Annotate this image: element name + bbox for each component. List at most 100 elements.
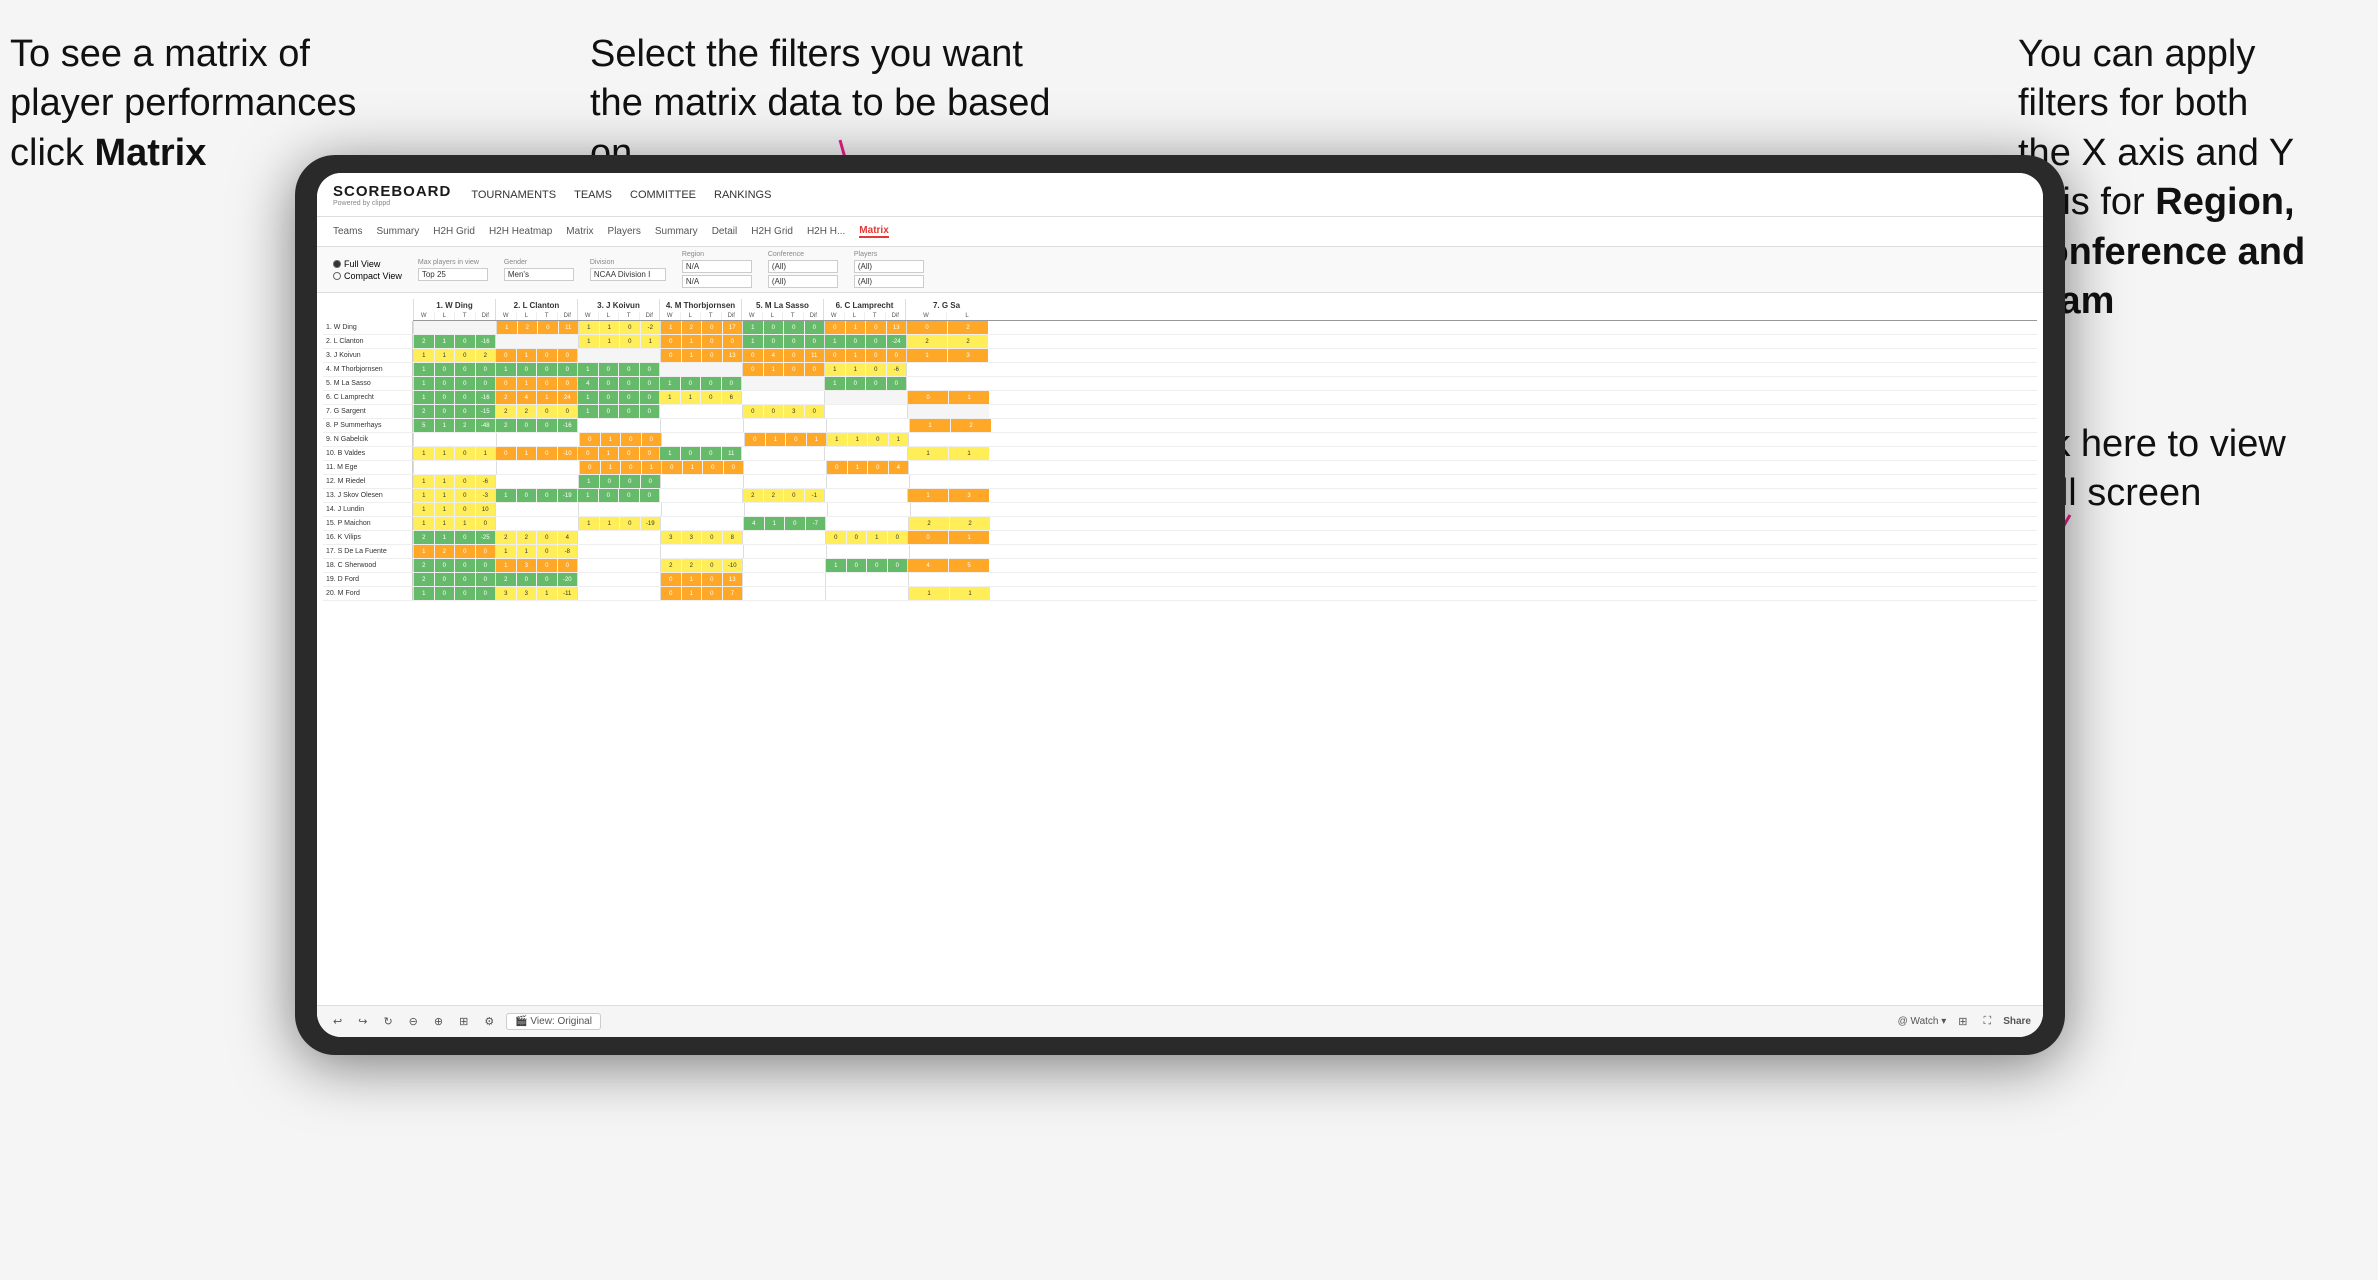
col-header-6: 7. G Sa bbox=[905, 299, 987, 312]
sub-nav-teams[interactable]: Teams bbox=[333, 226, 362, 237]
row-cells: 210-2522043308001001 bbox=[413, 531, 989, 544]
nav-rankings[interactable]: RANKINGS bbox=[714, 187, 771, 203]
cell-group bbox=[826, 545, 909, 558]
conference-select2[interactable]: (All) bbox=[768, 275, 838, 288]
zoom-in-btn[interactable]: ⊞ bbox=[455, 1013, 472, 1030]
cell: 0 bbox=[866, 335, 887, 348]
region-select[interactable]: N/A bbox=[682, 260, 752, 273]
region-select2[interactable]: N/A bbox=[682, 275, 752, 288]
cell-group: 01013 bbox=[660, 349, 742, 362]
annotation-topright-line1: You can apply bbox=[2018, 33, 2255, 75]
cell-group: 200-20 bbox=[495, 573, 577, 586]
cell: 3 bbox=[517, 559, 538, 572]
col-headers-row: 1. W Ding 2. L Clanton 3. J Koivun 4. M … bbox=[413, 299, 2037, 312]
fullscreen-btn[interactable]: ⛶ bbox=[1980, 1013, 1996, 1030]
undo-btn[interactable]: ↩ bbox=[329, 1013, 346, 1030]
gender-select[interactable]: Men's bbox=[504, 268, 574, 281]
redo-btn[interactable]: ↪ bbox=[354, 1013, 371, 1030]
cell-group: 0100 bbox=[661, 461, 743, 474]
view-original-btn[interactable]: 🎬 View: Original bbox=[506, 1013, 601, 1030]
sub-nav-h2h-grid2[interactable]: H2H Grid bbox=[751, 226, 793, 237]
sub-nav-summary2[interactable]: Summary bbox=[655, 226, 698, 237]
cell: 0 bbox=[701, 377, 722, 390]
row-cells: 12011110-21201710000101302 bbox=[413, 321, 988, 334]
cell-group bbox=[824, 489, 907, 502]
nav-bar: SCOREBOARD Powered by clippd TOURNAMENTS… bbox=[317, 173, 2043, 217]
settings-btn[interactable]: ⚙ bbox=[480, 1013, 498, 1030]
sub-nav-summary[interactable]: Summary bbox=[376, 226, 419, 237]
cell: -24 bbox=[887, 335, 907, 348]
cell: 5 bbox=[414, 419, 435, 432]
sub-group-5: W L T Dif bbox=[823, 312, 905, 320]
cell: 1 bbox=[641, 335, 661, 348]
cell-group bbox=[659, 489, 742, 502]
cell: 0 bbox=[455, 391, 476, 404]
sub-nav-matrix[interactable]: Matrix bbox=[566, 226, 593, 237]
cell: -15 bbox=[476, 405, 496, 418]
cell: 1 bbox=[496, 545, 517, 558]
sub-nav-h2h-grid[interactable]: H2H Grid bbox=[433, 226, 475, 237]
grid-btn[interactable]: ⊞ bbox=[1954, 1013, 1971, 1030]
full-view-radio-circle bbox=[333, 260, 341, 268]
cell: 1 bbox=[908, 489, 949, 502]
share-btn[interactable]: Share bbox=[2003, 1016, 2031, 1027]
cell-group bbox=[825, 573, 908, 586]
cell-group: 210-25 bbox=[413, 531, 495, 544]
cell: 0 bbox=[867, 559, 888, 572]
cell-group: 110-6 bbox=[824, 363, 906, 376]
row-label: 16. K Vilips bbox=[323, 531, 413, 544]
cell: 0 bbox=[620, 335, 641, 348]
conference-select1[interactable]: (All) bbox=[768, 260, 838, 273]
refresh-btn[interactable]: ↻ bbox=[379, 1013, 396, 1030]
cell: 2 bbox=[743, 489, 764, 502]
cell-empty bbox=[827, 419, 909, 432]
cell: 1 bbox=[579, 475, 600, 488]
full-view-radio[interactable]: Full View bbox=[333, 259, 402, 269]
nav-teams[interactable]: TEAMS bbox=[574, 187, 612, 203]
cell: 2 bbox=[909, 517, 950, 530]
sub-group-2: W L T Dif bbox=[577, 312, 659, 320]
zoom-out-btn[interactable]: ⊖ bbox=[405, 1013, 422, 1030]
cell: 0 bbox=[866, 349, 887, 362]
cell: 0 bbox=[785, 517, 806, 530]
cell: 1 bbox=[579, 517, 600, 530]
annotation-topleft-matrix-bold: Matrix bbox=[94, 132, 206, 174]
cell: 1 bbox=[682, 587, 703, 600]
cell: 0 bbox=[745, 433, 766, 446]
cell-group: 24124 bbox=[495, 391, 577, 404]
cell: 0 bbox=[764, 321, 785, 334]
row-cells: 110201000101304011010013 bbox=[413, 349, 988, 362]
compact-view-radio[interactable]: Compact View bbox=[333, 271, 402, 281]
max-players-select[interactable]: Top 25 bbox=[418, 268, 488, 281]
cell: 0 bbox=[455, 531, 476, 544]
cell: 0 bbox=[455, 349, 476, 362]
cell-group bbox=[827, 503, 910, 516]
players-select1[interactable]: (All) bbox=[854, 260, 924, 273]
cell-group: 1000 bbox=[825, 559, 907, 572]
cell: 1 bbox=[743, 321, 764, 334]
sub-nav-matrix2[interactable]: Matrix bbox=[859, 225, 888, 238]
players-select2[interactable]: (All) bbox=[854, 275, 924, 288]
zoom-reset-btn[interactable]: ⊕ bbox=[430, 1013, 447, 1030]
nav-tournaments[interactable]: TOURNAMENTS bbox=[471, 187, 556, 203]
max-players-label: Max players in view bbox=[418, 259, 488, 266]
cell: 0 bbox=[435, 363, 456, 376]
sub-nav-h2h-heatmap[interactable]: H2H Heatmap bbox=[489, 226, 552, 237]
cell-empty bbox=[826, 587, 908, 600]
cell: 0 bbox=[435, 405, 456, 418]
sub-nav-players[interactable]: Players bbox=[608, 226, 641, 237]
cell-group bbox=[495, 517, 578, 530]
cell: 1 bbox=[517, 377, 538, 390]
cell: 0 bbox=[724, 461, 744, 474]
sub-nav-detail[interactable]: Detail bbox=[712, 226, 738, 237]
division-select[interactable]: NCAA Division I bbox=[590, 268, 666, 281]
bottom-toolbar: ↩ ↪ ↻ ⊖ ⊕ ⊞ ⚙ 🎬 View: Original @ Watch ▾… bbox=[317, 1005, 2043, 1037]
row-label: 11. M Ege bbox=[323, 461, 413, 474]
view-radio-group: Full View Compact View bbox=[333, 259, 402, 281]
table-row: 4. M Thorbjornsen1000100010000100110-6 bbox=[323, 363, 2037, 377]
watch-btn[interactable]: @ Watch ▾ bbox=[1898, 1016, 1947, 1027]
sub-nav-h2h-h[interactable]: H2H H... bbox=[807, 226, 845, 237]
nav-committee[interactable]: COMMITTEE bbox=[630, 187, 696, 203]
table-row: 2. L Clanton210-16110101001000100-2422 bbox=[323, 335, 2037, 349]
table-row: 16. K Vilips210-2522043308001001 bbox=[323, 531, 2037, 545]
